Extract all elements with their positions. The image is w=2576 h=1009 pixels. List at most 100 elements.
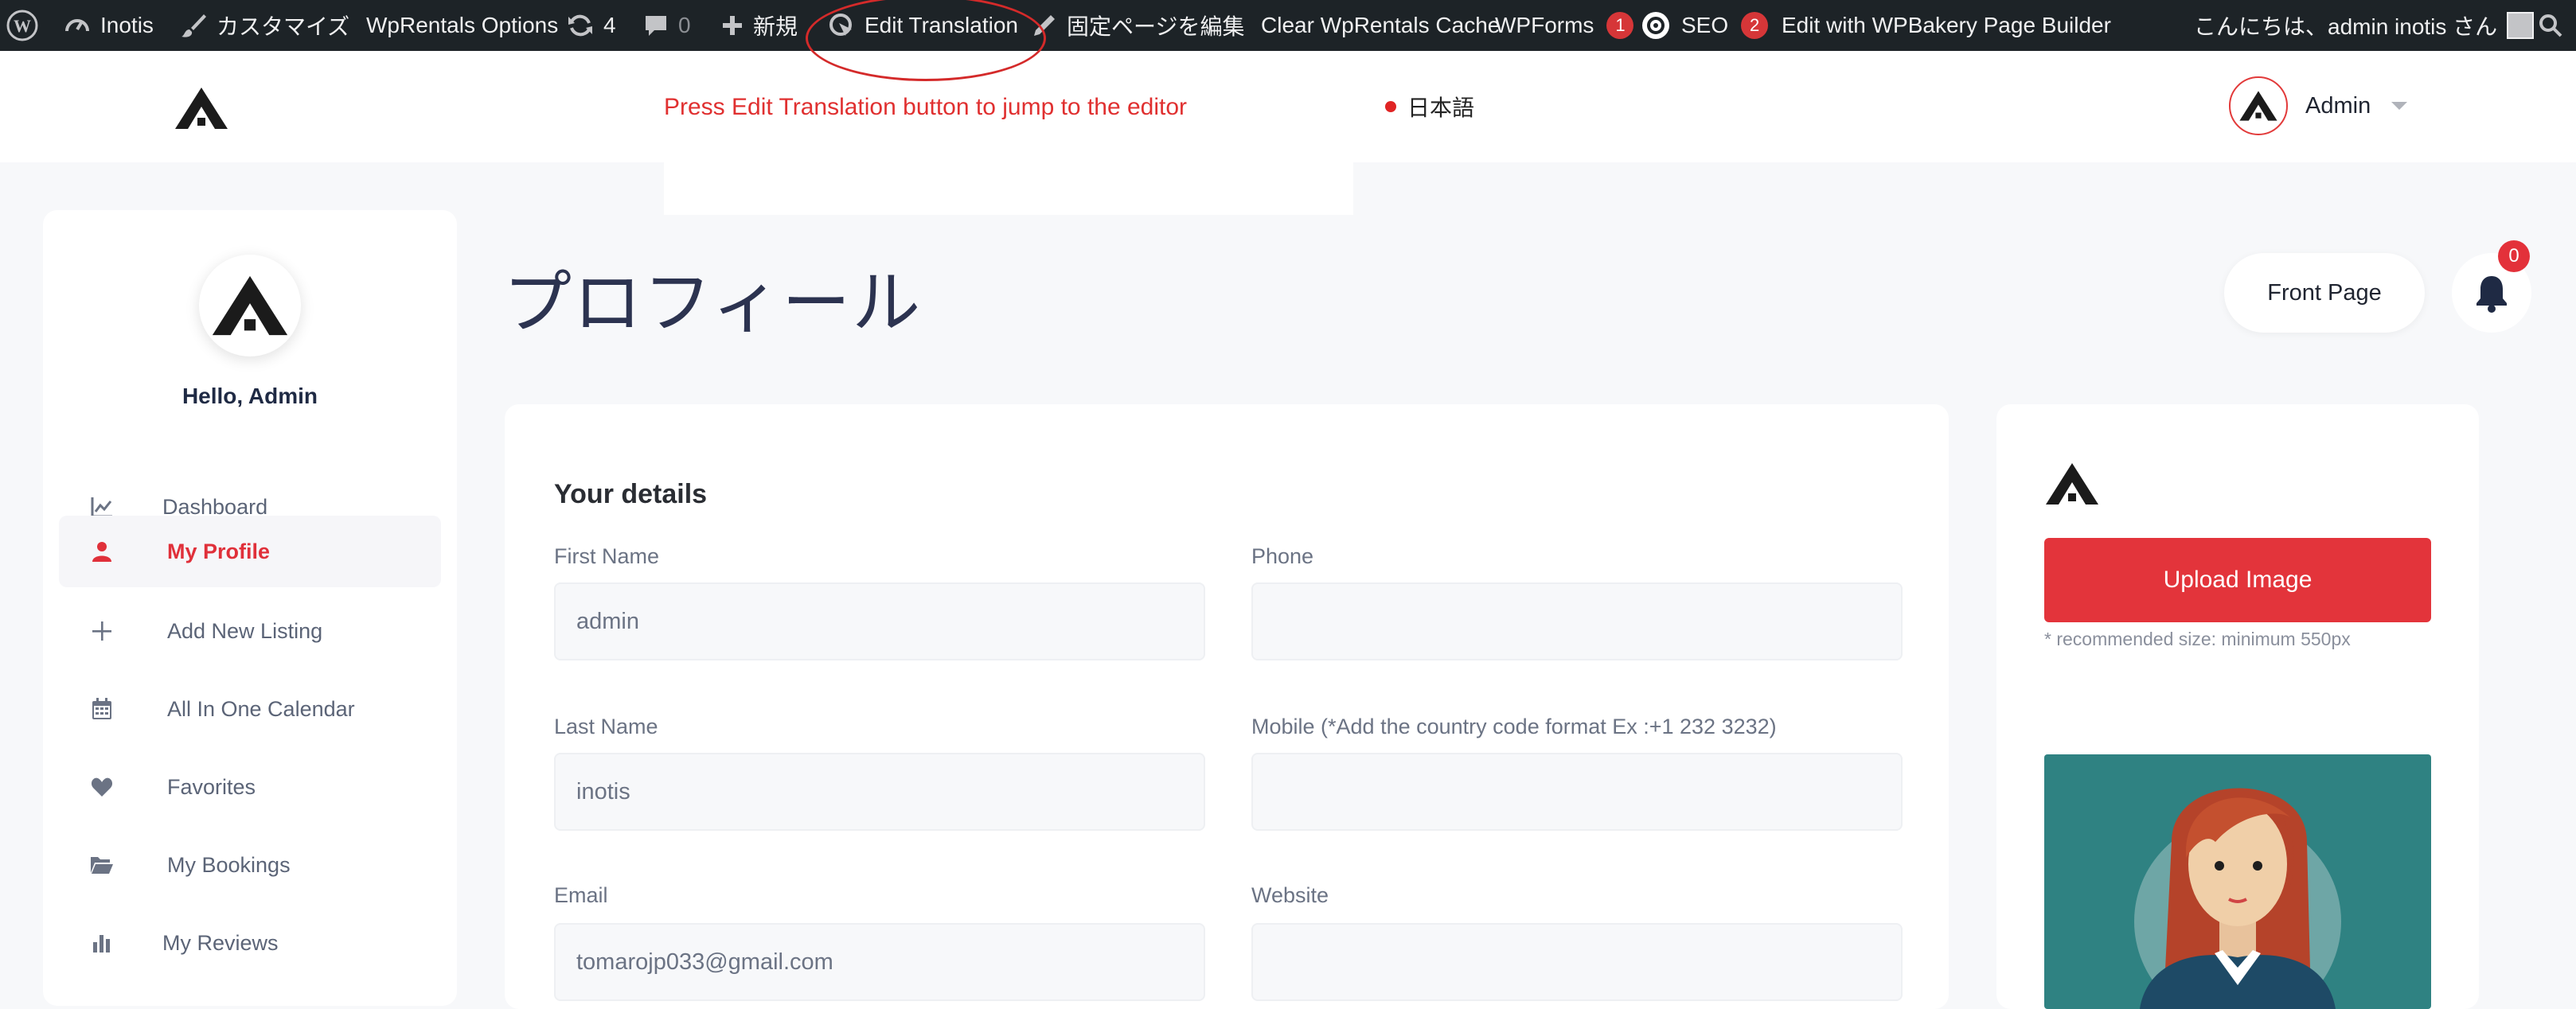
avatar-woman-illustration (2134, 788, 2341, 1009)
sidebar-item-favorites[interactable]: Favorites (59, 751, 441, 823)
japan-flag-icon (1385, 101, 1396, 112)
clear-cache-menu[interactable]: Clear WpRentals Cache (1261, 0, 1500, 51)
user-menu[interactable]: Admin (2229, 76, 2408, 135)
sidebar-item-calendar[interactable]: All In One Calendar (59, 673, 441, 745)
site-header: 日本語 Admin (0, 51, 2576, 162)
logo-icon (175, 88, 228, 129)
wp-admin-bar: W Inotis カスタマイズ WpRentals Options 4 0 新規 (0, 0, 2576, 51)
page-title: プロフィール (503, 265, 923, 341)
new-content-menu[interactable]: 新規 (721, 0, 798, 51)
dashboard-sidebar: Hello, Admin Dashboard My Profile Add Ne… (43, 210, 457, 1006)
search-icon (2538, 13, 2563, 38)
sidebar-item-my-reviews[interactable]: My Reviews (59, 907, 441, 979)
logo-icon (2046, 463, 2098, 505)
calendar-icon (88, 695, 116, 723)
site-name-label: Inotis (100, 13, 154, 37)
clear-cache-label: Clear WpRentals Cache (1261, 13, 1501, 37)
mobile-label: Mobile (*Add the country code format Ex … (1251, 715, 1777, 738)
folder-open-icon (88, 851, 116, 879)
sidebar-item-my-bookings[interactable]: My Bookings (59, 829, 441, 901)
header-avatar (2229, 76, 2288, 135)
sidebar-item-label: Favorites (167, 774, 256, 799)
site-logo[interactable] (174, 86, 229, 134)
sidebar-item-add-new-listing[interactable]: Add New Listing (59, 595, 441, 667)
customize-label: カスタマイズ (217, 14, 350, 39)
updates-count: 4 (603, 13, 616, 37)
annotation-instruction: Press Edit Translation button to jump to… (664, 94, 1188, 120)
profile-image-card: Upload Image * recommended size: minimum… (1996, 404, 2479, 1009)
comments-menu[interactable]: 0 (643, 0, 691, 51)
sidebar-greeting: Hello, Admin (181, 384, 318, 408)
translate-icon (828, 12, 855, 39)
recommended-size-note: * recommended size: minimum 550px (2044, 629, 2351, 649)
plus-icon (721, 14, 744, 37)
details-card: Your details First Name Phone Last Name … (505, 404, 1949, 1009)
wordpress-icon: W (6, 10, 38, 41)
phone-input[interactable] (1251, 582, 1903, 660)
dashboard-gauge-icon (64, 12, 91, 39)
notifications-count-badge: 0 (2498, 240, 2530, 272)
wpforms-label: WPForms (1495, 13, 1594, 37)
plus-icon (88, 617, 116, 645)
header-user-label: Admin (2305, 92, 2371, 119)
mobile-input[interactable] (1251, 753, 1903, 831)
my-account-menu[interactable]: こんにちは、admin inotis さん (2194, 0, 2535, 51)
site-name-menu[interactable]: Inotis (64, 0, 154, 51)
greeting-label: こんにちは、admin inotis さん (2194, 14, 2498, 39)
phone-label: Phone (1251, 544, 1314, 568)
updates-menu[interactable]: 4 (567, 0, 616, 51)
edit-page-label: 固定ページを編集 (1067, 14, 1245, 39)
seo-label: SEO (1681, 13, 1729, 37)
wprentals-options-label: WpRentals Options (366, 13, 559, 37)
website-label: Website (1251, 883, 1329, 907)
admin-bar-avatar (2507, 12, 2535, 39)
details-title: Your details (554, 479, 708, 509)
sidebar-item-label: Add New Listing (167, 618, 323, 643)
user-icon (88, 537, 116, 566)
refresh-icon (567, 12, 594, 39)
wpforms-badge: 1 (1606, 12, 1634, 39)
chevron-down-icon (2391, 102, 2408, 110)
edit-translation-label: Edit Translation (865, 13, 1018, 37)
edit-translation-menu[interactable]: Edit Translation (828, 0, 1018, 51)
upload-image-button[interactable]: Upload Image (2044, 538, 2431, 622)
language-switcher[interactable]: 日本語 (1385, 91, 1474, 123)
first-name-label: First Name (554, 544, 660, 568)
sidebar-item-label: My Reviews (162, 930, 279, 955)
edit-page-menu[interactable]: 固定ページを編集 (1032, 0, 1244, 51)
last-name-label: Last Name (554, 715, 658, 738)
sidebar-item-my-profile[interactable]: My Profile (59, 516, 441, 587)
comments-count: 0 (678, 13, 691, 37)
last-name-input[interactable] (554, 753, 1205, 831)
wprentals-options-menu[interactable]: WpRentals Options (366, 0, 558, 51)
wpbakery-menu[interactable]: Edit with WPBakery Page Builder (1782, 0, 2111, 51)
sidebar-item-label: All In One Calendar (167, 696, 355, 721)
seo-menu[interactable]: SEO 2 (1640, 0, 1769, 51)
seo-gear-icon (1640, 10, 1672, 41)
annotation-blank-box (664, 162, 1353, 215)
new-label: 新規 (753, 14, 798, 39)
comment-icon (643, 13, 669, 38)
front-page-button[interactable]: Front Page (2224, 253, 2425, 333)
customize-menu[interactable]: カスタマイズ (180, 0, 349, 51)
email-input[interactable] (554, 923, 1205, 1001)
sidebar-item-label: My Profile (167, 539, 271, 563)
svg-text:W: W (14, 16, 31, 36)
card-logo (2044, 462, 2100, 510)
website-input[interactable] (1251, 923, 1903, 1001)
seo-badge: 2 (1741, 12, 1769, 39)
email-label: Email (554, 883, 608, 907)
pencil-icon (1032, 13, 1057, 38)
language-label: 日本語 (1407, 95, 1475, 120)
avatar-logo-icon (212, 275, 288, 336)
wordpress-logo-menu[interactable]: W (6, 0, 38, 51)
admin-bar-search[interactable] (2538, 0, 2563, 51)
profile-portrait-image (2044, 754, 2431, 1009)
bar-chart-icon (88, 929, 116, 957)
first-name-input[interactable] (554, 582, 1205, 660)
wpforms-menu[interactable]: WPForms 1 (1495, 0, 1634, 51)
brush-icon (180, 12, 207, 39)
sidebar-avatar (199, 255, 301, 356)
heart-icon (88, 773, 116, 801)
wpbakery-label: Edit with WPBakery Page Builder (1782, 13, 2111, 37)
